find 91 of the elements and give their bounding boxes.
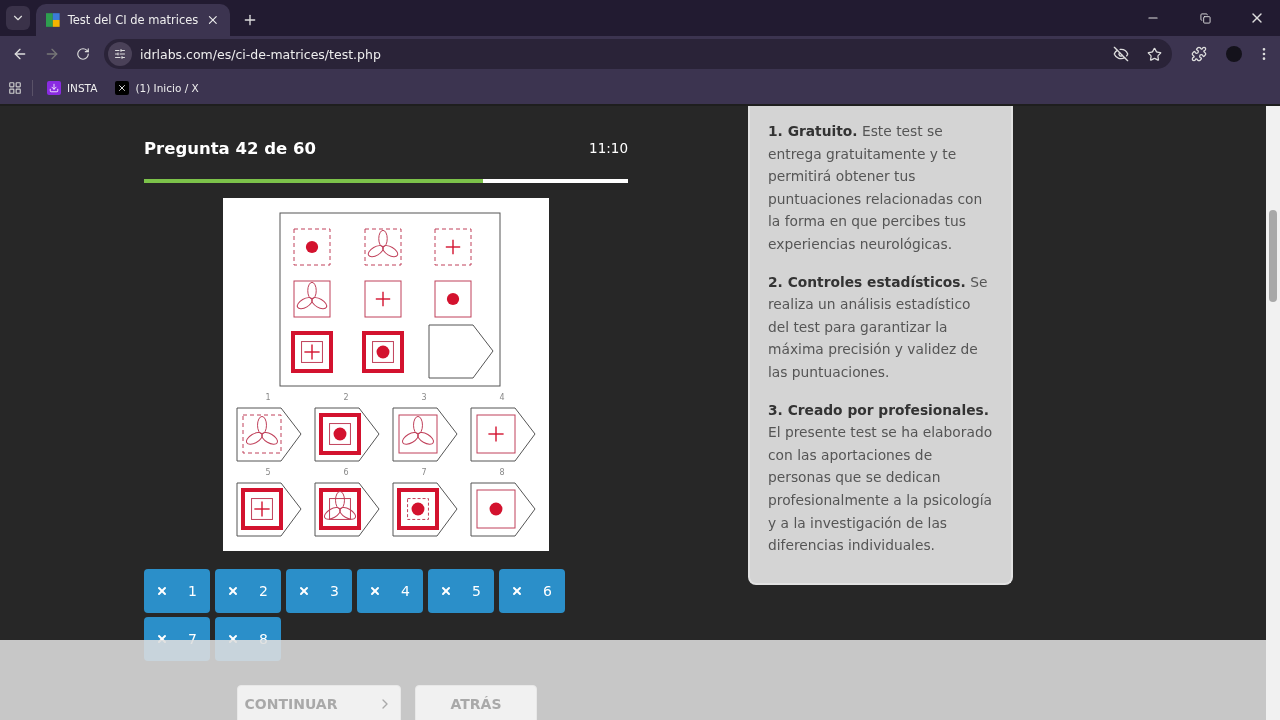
bookmark-label: (1) Inicio / X	[135, 82, 199, 94]
answer-button[interactable]: 6	[499, 569, 565, 613]
answer-button[interactable]: 5	[428, 569, 494, 613]
double-frame	[319, 413, 361, 455]
apps-grid-icon[interactable]	[8, 81, 22, 95]
option-number: 6	[343, 468, 349, 477]
timer: 11:10	[589, 140, 628, 156]
square-frame	[398, 414, 438, 454]
plus-icon	[375, 291, 391, 307]
site-settings-button[interactable]	[108, 42, 132, 66]
dashed-frame	[242, 414, 282, 454]
square-frame	[293, 280, 331, 318]
eye-off-icon[interactable]	[1113, 46, 1129, 62]
scrollbar[interactable]	[1266, 106, 1280, 720]
close-tab-icon[interactable]	[206, 13, 220, 27]
address-bar[interactable]: idrlabs.com/es/ci-de-matrices/test.php	[104, 39, 1172, 69]
empty-tile	[428, 324, 494, 379]
option-number: 1	[265, 393, 271, 402]
plus-icon	[253, 500, 271, 518]
cross-icon	[298, 585, 310, 597]
trefoil-icon	[324, 490, 356, 520]
option-number: 7	[421, 468, 427, 477]
option-number: 5	[265, 468, 271, 477]
double-frame	[241, 488, 283, 530]
dashed-frame	[434, 228, 472, 266]
answer-tile	[470, 482, 536, 537]
bookmark-star-icon[interactable]	[1147, 46, 1162, 62]
dot-icon	[305, 240, 319, 254]
trefoil-icon	[296, 281, 328, 310]
tab-title: Test del CI de matrices	[67, 13, 199, 27]
dot-icon	[333, 427, 347, 441]
answer-button[interactable]: 3	[286, 569, 352, 613]
bookmark-label: INSTA	[67, 82, 98, 94]
dashed-frame	[293, 228, 331, 266]
answer-button[interactable]: 1	[144, 569, 210, 613]
option-number: 2	[343, 393, 349, 402]
cross-icon	[156, 585, 168, 597]
option-number: 3	[421, 393, 427, 402]
answer-button[interactable]: 2	[215, 569, 281, 613]
cross-icon	[440, 585, 452, 597]
cross-icon	[511, 585, 523, 597]
double-frame	[291, 331, 333, 373]
plus-icon	[303, 343, 321, 361]
info-paragraph: 1. Gratuito. Este test se entrega gratuitamente y te permitirá obtener tus puntuaciones relacionadas con la forma en que percibes tus experiencias neurológicas.	[768, 122, 984, 254]
square-frame	[476, 489, 516, 529]
reload-icon	[76, 47, 90, 61]
cross-icon	[369, 585, 381, 597]
tab-menu-button[interactable]	[6, 6, 30, 30]
info-paragraph: 2. Controles estadísticos. Se realiza un análisis estadístico del test para garantizar la máxima precisión y validez de las puntuaciones.	[768, 272, 989, 382]
double-frame	[319, 488, 361, 530]
answer-tile	[314, 407, 380, 462]
trefoil-icon	[402, 415, 434, 445]
scroll-thumb[interactable]	[1269, 210, 1277, 302]
url-text: idrlabs.com/es/ci-de-matrices/test.php	[140, 46, 382, 62]
bookmark-item[interactable]: (1) Inicio / X	[111, 79, 203, 97]
browser-tab[interactable]: Test del CI de matrices	[36, 4, 230, 36]
double-frame	[397, 488, 439, 530]
plus-icon	[242, 12, 258, 28]
double-frame	[362, 331, 404, 373]
site-favicon-icon	[46, 13, 60, 27]
dot-icon	[376, 345, 390, 359]
cross-icon	[227, 585, 239, 597]
x-logo-icon	[115, 81, 130, 95]
answer-tile	[470, 407, 536, 462]
puzzle-piece-icon	[1191, 46, 1207, 62]
trefoil-icon	[367, 229, 399, 258]
download-icon	[47, 81, 61, 95]
answer-button[interactable]: 4	[357, 569, 423, 613]
dot-icon	[489, 502, 503, 516]
answer-tile	[236, 482, 302, 537]
answer-tile	[392, 482, 458, 537]
restore-icon	[1199, 12, 1211, 24]
square-frame	[434, 280, 472, 318]
square-frame	[364, 280, 402, 318]
arrow-right-icon	[44, 46, 60, 62]
plus-icon	[487, 425, 505, 443]
info-paragraph: 3. Creado por profesionales. El presente test se ha elaborado con las aportaciones de personas que se dedican profesionalmente a la psicología y a la investigación de las diferencias individuales.	[768, 400, 993, 556]
trefoil-icon	[246, 415, 278, 445]
answer-tile	[392, 407, 458, 462]
square-frame	[476, 414, 516, 454]
plus-icon	[445, 239, 461, 255]
dashed-frame	[364, 228, 402, 266]
option-number: 8	[499, 468, 505, 477]
answer-tile	[236, 407, 302, 462]
bookmark-item[interactable]: INSTA	[43, 79, 102, 97]
sliders-icon	[114, 48, 126, 60]
answer-tile	[314, 482, 380, 537]
question-title: Pregunta 42 de 60	[144, 138, 316, 158]
dot-icon	[446, 292, 460, 306]
dot-icon	[411, 502, 425, 516]
option-number: 4	[499, 393, 505, 402]
